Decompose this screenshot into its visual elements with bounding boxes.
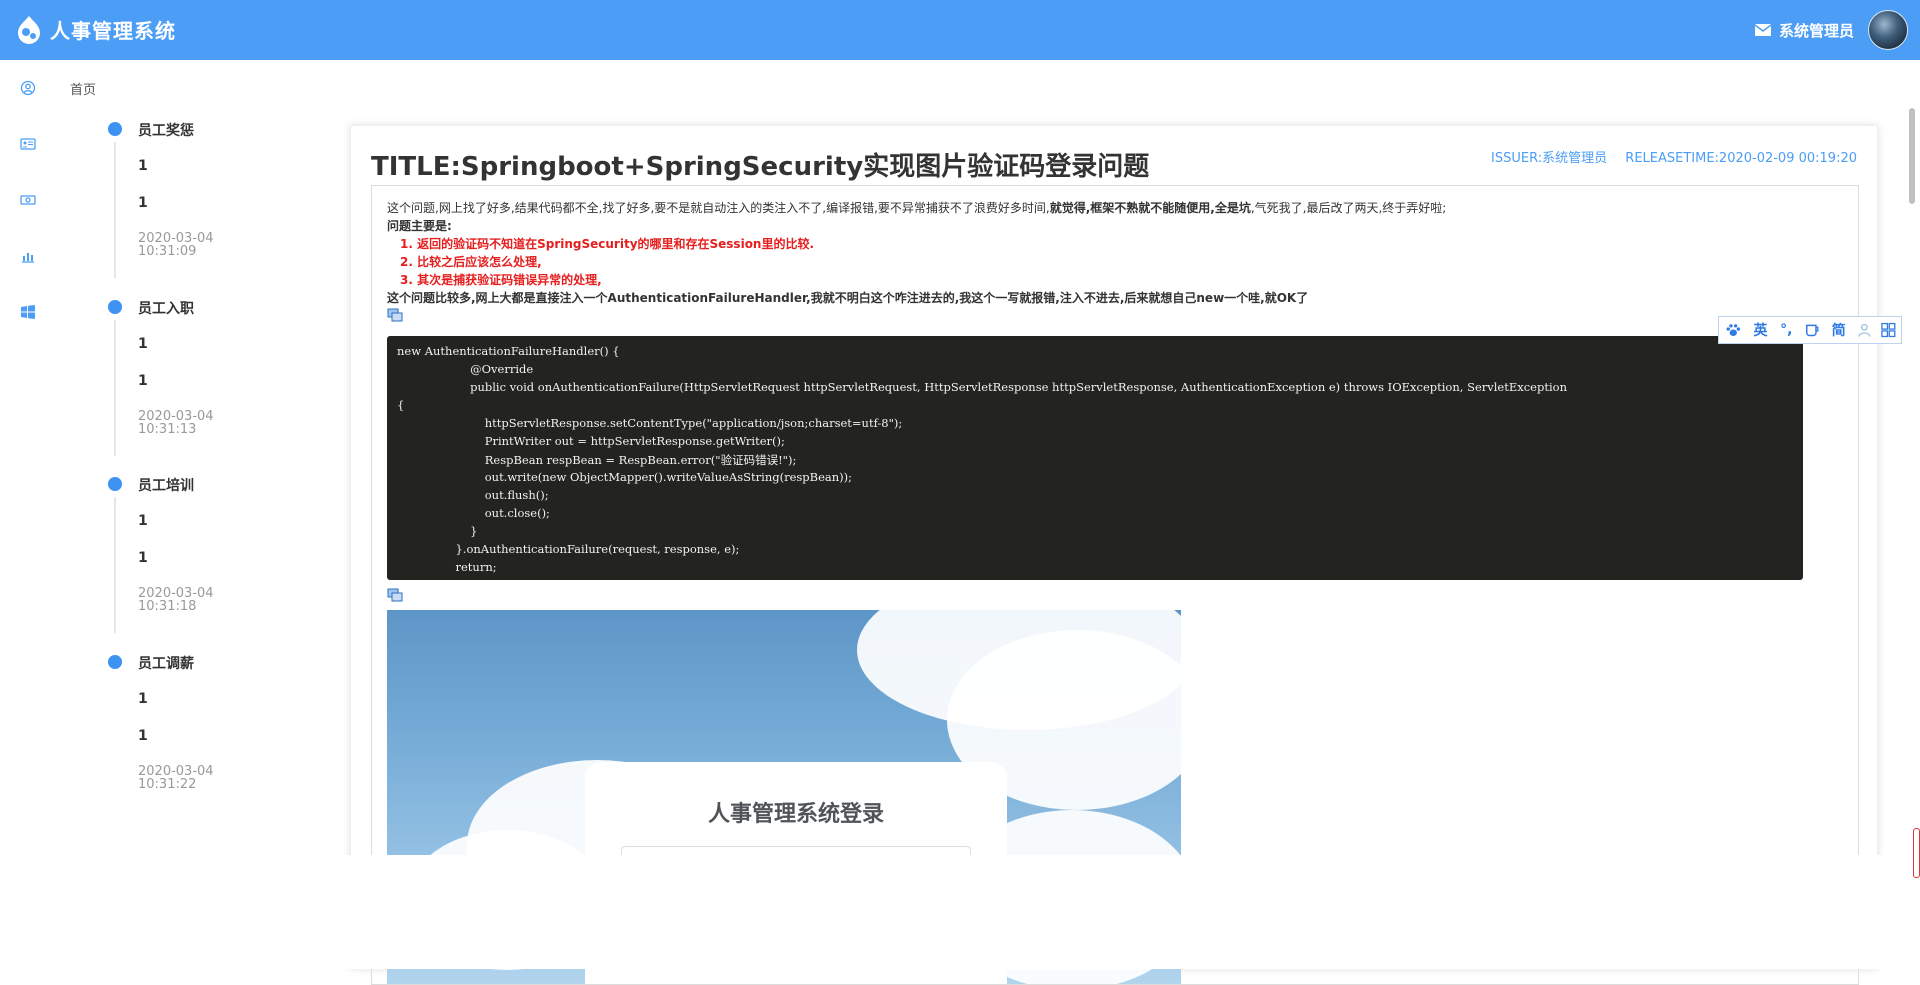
code-line: }.onAuthenticationFailure(request, respo… (397, 542, 740, 556)
page-scrollbar[interactable] (1909, 108, 1915, 204)
timeline-title: 员工培训 (138, 478, 194, 494)
problem-item: 2. 比较之后应该怎么处理, (400, 255, 542, 269)
timeline-line (114, 320, 116, 456)
timeline-title: 员工奖惩 (138, 123, 194, 139)
code-line: } (397, 524, 478, 538)
timeline-line (114, 142, 116, 278)
code-line: out.flush(); (397, 488, 549, 502)
bar-chart-icon[interactable] (20, 248, 36, 264)
app-logo[interactable]: 人事管理系统 (14, 14, 176, 44)
ime-language-toggle[interactable]: 英 (1748, 320, 1774, 340)
timeline-value: 1 (138, 513, 148, 529)
code-line: PrintWriter out = httpServletResponse.ge… (397, 434, 785, 448)
timeline-value: 1 (138, 336, 148, 352)
timeline-value: 1 (138, 158, 148, 174)
user-circle-icon[interactable] (20, 80, 36, 96)
breadcrumb[interactable]: 首页 (70, 79, 96, 98)
login-card-title: 人事管理系统登录 (707, 802, 884, 827)
ime-user-icon[interactable] (1857, 322, 1872, 338)
timeline-value: 1 (138, 550, 148, 566)
code-block: new AuthenticationFailureHandler() { @Ov… (387, 336, 1803, 580)
code-line: RespBean respBean = RespBean.error("验证码错… (397, 453, 797, 467)
copy-image-icon[interactable] (387, 308, 403, 322)
ime-toolbar: 英 °, 简 (1718, 316, 1902, 344)
app-title: 人事管理系统 (50, 18, 176, 43)
intro-paragraph: 这个问题,网上找了好多,结果代码都不全,找了好多,要不是就自动注入的类注入不了,… (387, 201, 1447, 215)
paw-icon[interactable] (1725, 322, 1742, 338)
code-line: @Override (397, 362, 534, 376)
user-avatar[interactable] (1868, 10, 1908, 50)
empty-footer-area (0, 855, 1920, 969)
code-line: new AuthenticationFailureHandler() { (397, 344, 620, 358)
code-line: return; (397, 560, 497, 574)
logo-icon (18, 16, 40, 44)
code-line: httpServletResponse.setContentType("appl… (397, 416, 903, 430)
grid-icon[interactable] (1881, 322, 1896, 338)
top-header: 人事管理系统 系统管理员 (0, 0, 1920, 60)
article-issuer: ISSUER:系统管理员 (1491, 151, 1608, 166)
code-line: out.write(new ObjectMapper().writeValueA… (397, 470, 853, 484)
code-line: out.close(); (397, 506, 550, 520)
timeline-line (114, 497, 116, 633)
copy-image-icon[interactable] (387, 588, 403, 602)
code-line: public void onAuthenticationFailure(Http… (397, 380, 1567, 394)
ime-punctuation-toggle[interactable]: °, (1773, 322, 1799, 338)
id-card-icon[interactable] (20, 136, 36, 152)
article-release-time: RELEASETIME:2020-02-09 00:19:20 (1625, 151, 1857, 166)
code-line: { (397, 398, 405, 412)
user-name[interactable]: 系统管理员 (1779, 20, 1854, 41)
timeline-title: 员工调薪 (138, 656, 194, 672)
main-problem-label: 问题主要是: (387, 219, 452, 233)
article-card: TITLE:Springboot+SpringSecurity实现图片验证码登录… (350, 125, 1878, 985)
timeline-dot (108, 122, 122, 136)
money-icon[interactable] (20, 192, 36, 208)
timeline-value: 1 (138, 373, 148, 389)
timeline-time: 10:31:22 (138, 777, 197, 792)
side-handle[interactable] (1913, 828, 1920, 878)
summary-paragraph: 这个问题比较多,网上大都是直接注入一个AuthenticationFailure… (387, 291, 1309, 305)
timeline-dot (108, 300, 122, 314)
windows-icon[interactable] (20, 304, 36, 320)
timeline-value: 1 (138, 728, 148, 744)
timeline-dot (108, 477, 122, 491)
mail-icon[interactable] (1754, 24, 1771, 36)
timeline-time: 10:31:09 (138, 244, 197, 259)
timeline-time: 10:31:18 (138, 599, 197, 614)
article-meta: ISSUER:系统管理员 RELEASETIME:2020-02-09 00:1… (1477, 147, 1857, 166)
problem-item: 1. 返回的验证码不知道在SpringSecurity的哪里和存在Session… (400, 237, 815, 251)
timeline-value: 1 (138, 195, 148, 211)
problem-item: 3. 其次是捕获验证码错误异常的处理, (400, 273, 602, 287)
timeline-value: 1 (138, 691, 148, 707)
ime-simplified-toggle[interactable]: 简 (1826, 320, 1852, 340)
timeline-time: 10:31:13 (138, 422, 197, 437)
timeline-dot (108, 655, 122, 669)
cup-icon[interactable] (1804, 322, 1821, 338)
article-title: TITLE:Springboot+SpringSecurity实现图片验证码登录… (371, 152, 1150, 182)
timeline-title: 员工入职 (138, 301, 194, 317)
